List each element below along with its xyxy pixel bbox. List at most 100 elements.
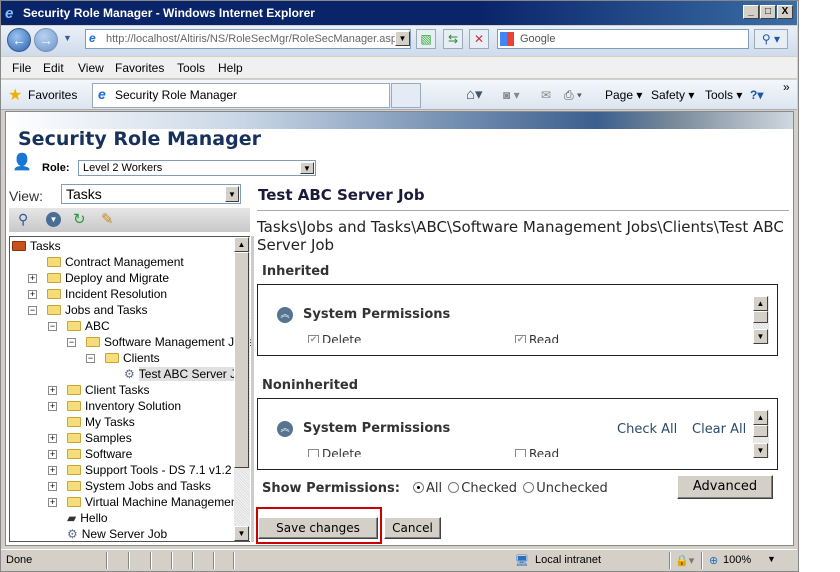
- tree-item[interactable]: Software: [67, 446, 132, 462]
- tree-item[interactable]: My Tasks: [67, 414, 135, 430]
- stop-icon[interactable]: ✕: [469, 29, 489, 49]
- scroll-thumb[interactable]: [753, 425, 768, 437]
- expand-icon[interactable]: +: [48, 482, 57, 491]
- forward-button[interactable]: →: [34, 28, 58, 52]
- save-changes-button[interactable]: Save changes: [258, 517, 378, 539]
- splitter[interactable]: [251, 236, 254, 542]
- check-all-link[interactable]: Check All: [617, 422, 677, 437]
- expand-icon[interactable]: +: [48, 498, 57, 507]
- collapse-icon[interactable]: −: [86, 354, 95, 363]
- checkbox[interactable]: [515, 449, 526, 457]
- tree-item[interactable]: Incident Resolution: [47, 286, 167, 302]
- checkbox[interactable]: [308, 449, 319, 457]
- scroll-thumb[interactable]: [753, 311, 768, 323]
- tree-item[interactable]: Contract Management: [47, 254, 184, 270]
- tree-item[interactable]: Support Tools - DS 7.1 v1.2: [67, 462, 232, 478]
- search-input[interactable]: Google: [497, 29, 749, 49]
- scroll-thumb[interactable]: [234, 252, 249, 468]
- tree-item-label: New Server Job: [81, 527, 168, 541]
- help-icon[interactable]: ?▾: [750, 88, 763, 102]
- menu-view[interactable]: View: [78, 61, 104, 75]
- tree-item[interactable]: Samples: [67, 430, 132, 446]
- search-button[interactable]: ⚲ ▾: [754, 29, 788, 49]
- tree-item[interactable]: Jobs and Tasks: [47, 302, 148, 318]
- close-button[interactable]: X: [777, 5, 793, 19]
- collapse-icon[interactable]: −: [28, 306, 37, 315]
- maximize-button[interactable]: □: [760, 5, 776, 19]
- tab-security-role-manager[interactable]: Security Role Manager: [92, 83, 390, 108]
- collapse-icon[interactable]: ︽: [277, 307, 293, 323]
- radio-all[interactable]: [413, 482, 424, 493]
- scroll-down-button[interactable]: ▼: [753, 443, 768, 458]
- mail-icon[interactable]: ✉: [541, 88, 551, 102]
- expand-all-icon[interactable]: ▼: [46, 212, 61, 227]
- scroll-up-button[interactable]: ▲: [234, 237, 249, 252]
- expand-icon[interactable]: +: [48, 402, 57, 411]
- page-menu[interactable]: Page ▾: [605, 88, 642, 102]
- refresh-icon[interactable]: ⇆: [443, 29, 463, 49]
- expand-icon[interactable]: +: [28, 274, 37, 283]
- expand-icon[interactable]: +: [48, 434, 57, 443]
- compatibility-view-button[interactable]: ▧: [416, 29, 436, 49]
- menu-help[interactable]: Help: [218, 61, 243, 75]
- tree-item[interactable]: Tasks: [12, 238, 61, 254]
- tree-item[interactable]: ▰ Hello: [67, 510, 108, 526]
- clear-all-link[interactable]: Clear All: [692, 422, 746, 437]
- cancel-button[interactable]: Cancel: [384, 517, 441, 539]
- expand-icon[interactable]: +: [28, 290, 37, 299]
- item-path: Tasks\Jobs and Tasks\ABC\Software Manage…: [257, 218, 784, 254]
- print-icon[interactable]: ⎙ ▾: [564, 88, 582, 103]
- collapse-icon[interactable]: ︽: [277, 421, 293, 437]
- radio-unchecked[interactable]: [523, 482, 535, 493]
- expand-icon[interactable]: +: [48, 386, 57, 395]
- back-button[interactable]: ←: [7, 28, 31, 52]
- menu-favorites[interactable]: Favorites: [115, 61, 164, 75]
- protected-mode-icon[interactable]: 🔒▾: [675, 554, 694, 567]
- zoom-level[interactable]: 100%: [723, 554, 751, 566]
- tree-item[interactable]: Deploy and Migrate: [47, 270, 169, 286]
- menu-edit[interactable]: Edit: [43, 61, 64, 75]
- scroll-down-button[interactable]: ▼: [234, 526, 249, 541]
- favorites-button[interactable]: Favorites: [28, 88, 77, 102]
- tree-scrollbar[interactable]: ▲ ▼: [234, 237, 250, 541]
- tree-item[interactable]: ⚙ Test ABC Server Job: [124, 366, 250, 382]
- collapse-icon[interactable]: −: [67, 338, 76, 347]
- scroll-up-button[interactable]: ▲: [753, 296, 768, 311]
- safety-menu[interactable]: Safety ▾: [651, 88, 694, 102]
- recent-pages-dropdown-icon[interactable]: ▼: [63, 33, 72, 43]
- tree-item[interactable]: Software Management Jobs: [86, 334, 253, 350]
- scroll-up-button[interactable]: ▲: [753, 410, 768, 425]
- advanced-button[interactable]: Advanced: [677, 475, 773, 499]
- menu-tools[interactable]: Tools: [177, 61, 205, 75]
- tree-item[interactable]: Inventory Solution: [67, 398, 181, 414]
- expand-icon[interactable]: +: [48, 466, 57, 475]
- radio-checked[interactable]: [448, 482, 460, 493]
- tree-item[interactable]: Virtual Machine Management: [67, 494, 241, 510]
- role-select[interactable]: Level 2 Workers ▼: [78, 160, 316, 176]
- edit-pencil-icon[interactable]: ✎: [101, 210, 114, 228]
- collapse-icon[interactable]: −: [48, 322, 57, 331]
- tools-menu[interactable]: Tools ▾: [705, 88, 742, 102]
- refresh-icon[interactable]: ↻: [73, 210, 86, 228]
- inherited-scrollbar[interactable]: ▲ ▼: [753, 296, 769, 344]
- view-select[interactable]: Tasks ▼: [61, 184, 241, 204]
- tree-item[interactable]: Client Tasks: [67, 382, 149, 398]
- new-tab-button[interactable]: [391, 83, 421, 108]
- address-dropdown[interactable]: ▼: [395, 31, 410, 46]
- minimize-button[interactable]: _: [743, 5, 759, 19]
- home-icon[interactable]: ⌂▾: [466, 85, 483, 103]
- menu-file[interactable]: File: [12, 61, 31, 75]
- tree-item[interactable]: System Jobs and Tasks: [67, 478, 211, 494]
- feeds-icon[interactable]: ◙ ▾: [503, 88, 520, 102]
- tree-item[interactable]: Clients: [105, 350, 160, 366]
- zoom-icon[interactable]: ⊕: [709, 554, 718, 567]
- address-input[interactable]: http://localhost/Altiris/NS/RoleSecMgr/R…: [85, 29, 411, 49]
- search-icon[interactable]: ⚲: [18, 211, 28, 228]
- more-chevron-icon[interactable]: »: [783, 80, 790, 94]
- zoom-dropdown-icon[interactable]: ▼: [767, 554, 776, 564]
- expand-icon[interactable]: +: [48, 450, 57, 459]
- tree-item[interactable]: ABC: [67, 318, 110, 334]
- scroll-down-button[interactable]: ▼: [753, 329, 768, 344]
- noninherited-scrollbar[interactable]: ▲ ▼: [753, 410, 769, 458]
- tree-item[interactable]: ⚙ New Server Job: [67, 526, 167, 542]
